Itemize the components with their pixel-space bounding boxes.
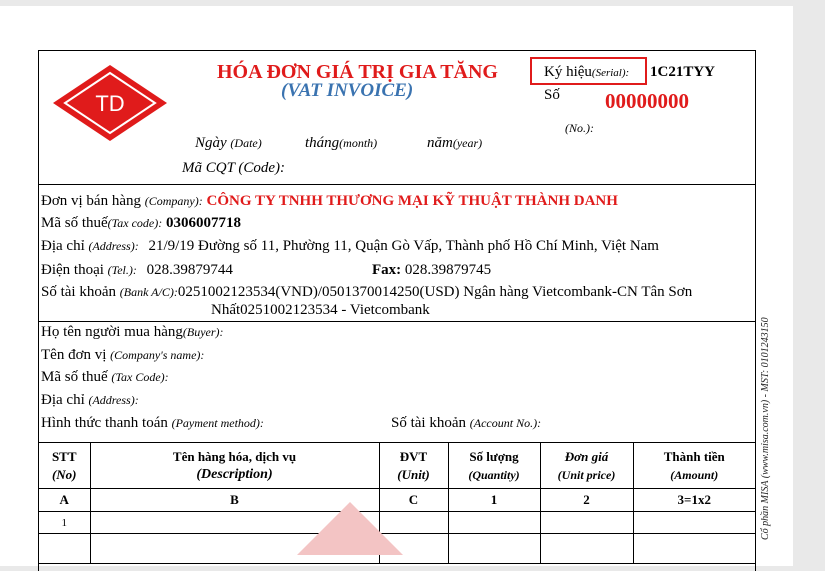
- code-cell: 2: [539, 488, 634, 512]
- col-header-description: Tên hàng hóa, dịch vụ (Description): [89, 442, 380, 489]
- serial-value: 1C21TYY: [650, 64, 716, 80]
- row-no-cell: 1: [39, 511, 91, 534]
- col-header-quantity: Số lượng (Quantity): [447, 442, 541, 489]
- seller-company-name: CÔNG TY TNHH THƯƠNG MẠI KỸ THUẬT THÀNH D…: [206, 193, 618, 209]
- code-cell: 1: [447, 488, 541, 512]
- buyer-account-row: Số tài khoản (Account No.):: [391, 415, 542, 431]
- buyer-address-row: Địa chỉ (Address):: [41, 392, 139, 408]
- seller-tax-code: 0306007718: [165, 215, 241, 231]
- seller-phone: 028.39879744: [146, 262, 233, 278]
- seller-bank-line1: 0251002123534(VND)/0501370014250(USD) Ng…: [177, 284, 693, 300]
- cqt-code-field: Mã CQT (Code):: [182, 160, 286, 176]
- seller-fax-row: Fax: 028.39879745: [372, 262, 492, 278]
- td-logo-icon: TD: [53, 65, 167, 141]
- watermark-logo-icon: [297, 502, 403, 555]
- buyer-payment-row: Hình thức thanh toán (Payment method):: [41, 415, 264, 431]
- seller-bank-row: Số tài khoản (Bank A/C):0251002123534(VN…: [41, 284, 693, 300]
- logo-text: TD: [95, 91, 124, 116]
- seller-company-row: Đơn vị bán hàng (Company): CÔNG TY TNHH …: [41, 193, 618, 209]
- month-field: tháng(month): [305, 135, 378, 151]
- year-field: năm(year): [427, 135, 483, 151]
- seller-bank-line2: Nhất0251002123534 - Vietcombank: [211, 302, 430, 318]
- invoice-page: TD HÓA ĐƠN GIÁ TRỊ GIA TĂNG (VAT INVOICE…: [0, 6, 793, 571]
- seller-address-row: Địa chỉ (Address): 21/9/19 Đường số 11, …: [41, 238, 659, 254]
- provider-side-note: Cổ phần MISA (www.misa.com.vn) - MST: 01…: [760, 317, 771, 540]
- col-header-unit: ĐVT (Unit): [378, 442, 449, 489]
- seller-tax-row: Mã số thuế(Tax code): 0306007718: [41, 215, 241, 231]
- divider: [39, 184, 755, 185]
- code-cell: A: [39, 488, 91, 512]
- col-header-no: STT (No): [39, 442, 91, 489]
- invoice-title-en: (VAT INVOICE): [281, 80, 414, 101]
- col-header-amount: Thành tiền (Amount): [632, 442, 755, 489]
- serial-label: Ký hiệu(Serial):: [544, 64, 630, 80]
- code-cell: 3=1x2: [632, 488, 755, 512]
- seller-address: 21/9/19 Đường số 11, Phường 11, Quận Gò …: [148, 238, 659, 254]
- date-field: Ngày (Date): [195, 135, 262, 151]
- buyer-tax-row: Mã số thuế (Tax Code):: [41, 369, 169, 385]
- invoice-number: 00000000: [605, 89, 689, 113]
- seller-fax: 028.39879745: [404, 262, 492, 278]
- table-header-row: STT (No) Tên hàng hóa, dịch vụ (Descriptio…: [39, 442, 755, 489]
- col-header-unit-price: Đơn giá (Unit price): [539, 442, 634, 489]
- invoice-frame: TD HÓA ĐƠN GIÁ TRỊ GIA TĂNG (VAT INVOICE…: [38, 50, 756, 571]
- number-label: Số: [544, 87, 560, 103]
- seller-phone-row: Điện thoại (Tel.): 028.39879744: [41, 262, 233, 278]
- buyer-name-row: Họ tên người mua hàng(Buyer):: [41, 324, 224, 340]
- number-label-en: (No.):: [565, 121, 594, 135]
- buyer-company-row: Tên đơn vị (Company's name):: [41, 347, 205, 363]
- divider: [39, 321, 755, 322]
